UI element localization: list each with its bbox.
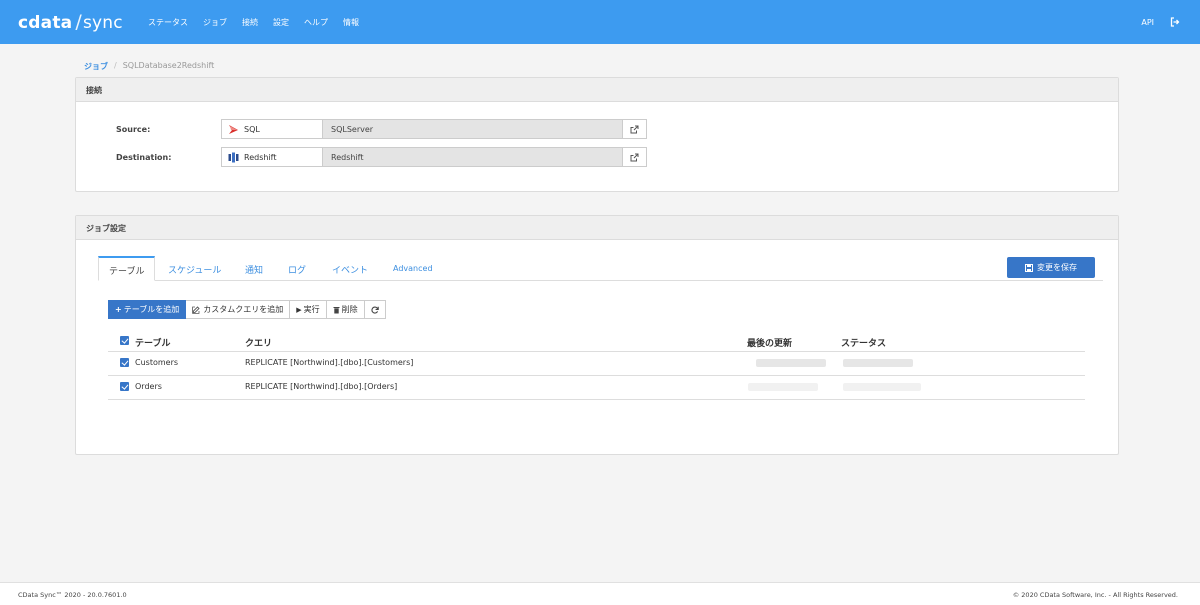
play-icon: ▶ xyxy=(296,305,302,314)
select-all-checkbox[interactable] xyxy=(120,336,129,345)
external-link-icon xyxy=(630,125,639,134)
refresh-icon xyxy=(371,306,379,314)
breadcrumb-jobs-link[interactable]: ジョブ xyxy=(84,61,108,72)
destination-driver[interactable]: Redshift xyxy=(221,147,323,167)
nav-right: API xyxy=(1141,17,1180,27)
source-driver-label: SQL xyxy=(244,124,260,134)
trash-icon xyxy=(333,306,340,314)
row-table-name[interactable]: Orders xyxy=(135,382,162,391)
tab-logs[interactable]: ログ xyxy=(288,256,306,281)
floppy-disk-icon xyxy=(1025,263,1033,272)
logo-slash: / xyxy=(75,11,82,33)
sql-server-icon xyxy=(228,124,239,135)
tab-events[interactable]: イベント xyxy=(332,256,368,281)
tab-notifications[interactable]: 通知 xyxy=(245,256,263,281)
row-checkbox[interactable] xyxy=(120,358,129,367)
footer-copyright: © 2020 CData Software, Inc. - All Rights… xyxy=(1012,591,1178,599)
table-row[interactable]: Customers REPLICATE [Northwind].[dbo].[C… xyxy=(108,352,1085,376)
cdata-sync-logo[interactable]: cdata / sync xyxy=(18,11,123,33)
tables-grid: テーブル クエリ 最後の更新 ステータス Customers REPLICATE… xyxy=(108,332,1085,400)
refresh-button[interactable] xyxy=(364,300,386,319)
column-header-table[interactable]: テーブル xyxy=(135,336,170,349)
destination-connection-name: Redshift xyxy=(323,147,623,167)
add-custom-query-label: カスタムクエリを追加 xyxy=(203,305,284,314)
nav-jobs[interactable]: ジョブ xyxy=(203,17,227,28)
nav-status[interactable]: ステータス xyxy=(148,17,188,28)
column-header-last-updated[interactable]: 最後の更新 xyxy=(747,336,792,349)
source-label: Source: xyxy=(116,125,151,134)
row-checkbox[interactable] xyxy=(120,382,129,391)
external-link-icon xyxy=(630,153,639,162)
tab-schedule[interactable]: スケジュール xyxy=(168,256,221,281)
status-redacted xyxy=(843,359,913,367)
nav-info[interactable]: 情報 xyxy=(343,17,359,28)
destination-label: Destination: xyxy=(116,153,172,162)
tab-advanced[interactable]: Advanced xyxy=(393,256,433,281)
last-updated-redacted xyxy=(756,359,826,367)
destination-open-external-button[interactable] xyxy=(623,147,647,167)
source-connection-name: SQLServer xyxy=(323,119,623,139)
column-header-query[interactable]: クエリ xyxy=(245,336,272,349)
run-button[interactable]: ▶ 実行 xyxy=(290,300,327,319)
logout-icon[interactable] xyxy=(1170,17,1180,27)
delete-button[interactable]: 削除 xyxy=(326,300,365,319)
redshift-icon xyxy=(228,152,239,163)
connection-panel: 接続 Source: SQL SQLServer Destination: Re… xyxy=(75,77,1119,192)
source-connection-box: SQL SQLServer xyxy=(221,119,647,139)
logo-text-cdata: cdata xyxy=(18,13,73,33)
row-query: REPLICATE [Northwind].[dbo].[Customers] xyxy=(245,358,414,367)
job-settings-title: ジョブ設定 xyxy=(76,216,1118,240)
breadcrumb-separator: / xyxy=(114,61,117,70)
job-settings-panel: ジョブ設定 テーブル スケジュール 通知 ログ イベント Advanced 変更… xyxy=(75,215,1119,455)
main-nav: ステータス ジョブ 接続 設定 ヘルプ 情報 xyxy=(148,17,374,28)
footer-version: CData Sync™ 2020 - 20.0.7601.0 xyxy=(18,591,127,599)
nav-settings[interactable]: 設定 xyxy=(273,17,289,28)
add-table-label: テーブルを追加 xyxy=(123,305,180,314)
destination-connection-box: Redshift Redshift xyxy=(221,147,647,167)
destination-driver-label: Redshift xyxy=(244,152,277,162)
row-table-name[interactable]: Customers xyxy=(135,358,178,367)
run-label: 実行 xyxy=(303,305,320,314)
top-navbar: cdata / sync ステータス ジョブ 接続 設定 ヘルプ 情報 API xyxy=(0,0,1200,44)
nav-help[interactable]: ヘルプ xyxy=(304,17,328,28)
breadcrumb: ジョブ / SQLDatabase2Redshift xyxy=(84,61,214,72)
column-header-status[interactable]: ステータス xyxy=(841,336,886,349)
tab-tables[interactable]: テーブル xyxy=(98,256,156,281)
logo-text-sync: sync xyxy=(82,13,123,33)
delete-label: 削除 xyxy=(341,305,358,314)
add-table-button[interactable]: + テーブルを追加 xyxy=(108,300,187,319)
edit-icon xyxy=(192,305,200,314)
plus-icon: + xyxy=(115,305,122,314)
status-redacted xyxy=(843,383,921,391)
last-updated-redacted xyxy=(748,383,818,391)
save-changes-label: 変更を保存 xyxy=(1037,263,1077,272)
source-driver[interactable]: SQL xyxy=(221,119,323,139)
connection-panel-title: 接続 xyxy=(76,78,1118,102)
table-toolbar: + テーブルを追加 カスタムクエリを追加 ▶ 実行 削除 xyxy=(108,300,386,319)
job-settings-tabs: テーブル スケジュール 通知 ログ イベント Advanced xyxy=(98,256,1103,281)
table-header-row: テーブル クエリ 最後の更新 ステータス xyxy=(108,332,1085,352)
row-query: REPLICATE [Northwind].[dbo].[Orders] xyxy=(245,382,398,391)
source-open-external-button[interactable] xyxy=(623,119,647,139)
footer: CData Sync™ 2020 - 20.0.7601.0 © 2020 CD… xyxy=(0,582,1200,605)
save-changes-button[interactable]: 変更を保存 xyxy=(1007,257,1095,278)
add-custom-query-button[interactable]: カスタムクエリを追加 xyxy=(186,300,291,319)
nav-api[interactable]: API xyxy=(1141,18,1154,27)
breadcrumb-current-job: SQLDatabase2Redshift xyxy=(122,61,215,70)
nav-connections[interactable]: 接続 xyxy=(242,17,258,28)
table-row[interactable]: Orders REPLICATE [Northwind].[dbo].[Orde… xyxy=(108,376,1085,400)
